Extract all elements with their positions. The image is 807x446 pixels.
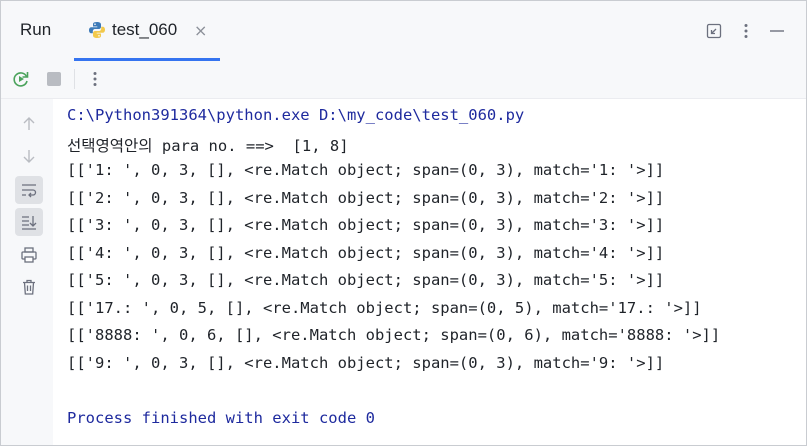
- python-icon: [89, 22, 105, 38]
- trash-icon[interactable]: [15, 273, 43, 301]
- arrow-up-icon[interactable]: [15, 110, 43, 138]
- run-header: Run test_060 ×: [1, 1, 806, 61]
- console-output-line: [['4: ', 0, 3, [], <re.Match object; spa…: [67, 244, 665, 262]
- arrow-down-icon[interactable]: [15, 142, 43, 170]
- console-output-line: [['17.: ', 0, 5, [], <re.Match object; s…: [67, 299, 702, 317]
- process-exit-message: Process finished with exit code 0: [67, 409, 375, 427]
- run-panel-title: Run: [20, 20, 52, 39]
- console-action-gutter: [1, 99, 53, 445]
- restore-window-icon[interactable]: [704, 21, 724, 41]
- console-output-line: [['5: ', 0, 3, [], <re.Match object; spa…: [67, 271, 665, 289]
- console-output-line: [['8888: ', 0, 6, [], <re.Match object; …: [67, 326, 721, 344]
- close-icon[interactable]: ×: [194, 21, 207, 40]
- tab-test-060[interactable]: test_060 ×: [74, 1, 220, 61]
- console-output[interactable]: C:\Python391364\python.exe D:\my_code\te…: [53, 99, 806, 445]
- minimize-icon[interactable]: [767, 21, 787, 41]
- console-command-line: C:\Python391364\python.exe D:\my_code\te…: [67, 106, 525, 124]
- console-output-line: [['9: ', 0, 3, [], <re.Match object; spa…: [67, 354, 665, 372]
- more-vertical-icon[interactable]: [736, 21, 756, 41]
- run-tool-window: Run test_060 × C:\Python391364\python.ex…: [0, 0, 807, 446]
- console-output-line: [['1: ', 0, 3, [], <re.Match object; spa…: [67, 161, 665, 179]
- console-output-line: [['2: ', 0, 3, [], <re.Match object; spa…: [67, 189, 665, 207]
- stop-icon[interactable]: [44, 69, 64, 89]
- console-output-line: [['3: ', 0, 3, [], <re.Match object; spa…: [67, 216, 665, 234]
- console-output-line: 선택영역안의 para no. ==> [1, 8]: [67, 137, 349, 155]
- toolbar-separator: [74, 69, 75, 89]
- rerun-icon[interactable]: [11, 69, 31, 89]
- print-icon[interactable]: [15, 241, 43, 269]
- tab-label: test_060: [112, 20, 178, 39]
- soft-wrap-icon[interactable]: [15, 176, 43, 204]
- scroll-to-end-icon[interactable]: [15, 208, 43, 236]
- run-toolbar: [1, 61, 806, 99]
- more-vertical-icon[interactable]: [85, 69, 105, 89]
